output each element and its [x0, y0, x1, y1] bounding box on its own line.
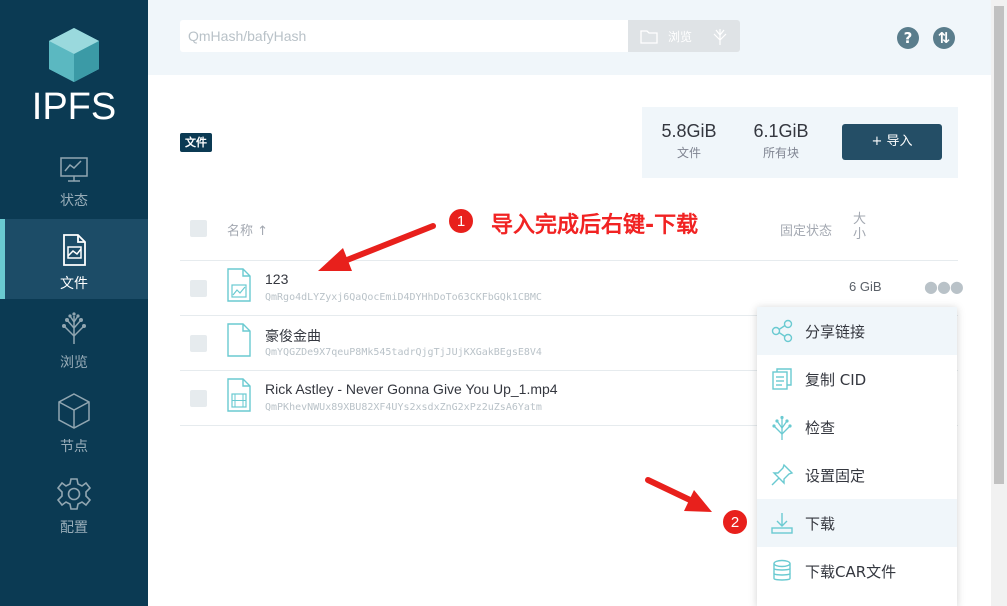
- file-name[interactable]: Rick Astley - Never Gonna Give You Up_1.…: [265, 381, 558, 397]
- share-icon: [771, 319, 793, 343]
- menu-item-label: 复制 CID: [805, 371, 867, 389]
- sidebar-item-label: 文件: [60, 276, 88, 292]
- document-file-icon: [227, 323, 251, 357]
- menu-item-label: 下载CAR文件: [805, 563, 897, 581]
- sidebar-item-label: 浏览: [60, 355, 88, 371]
- file-name[interactable]: 123: [265, 271, 288, 287]
- row-checkbox[interactable]: [190, 335, 207, 352]
- column-name-header[interactable]: 名称 ↑: [227, 220, 268, 239]
- stat-value: 5.8GiB: [661, 121, 717, 141]
- sidebar-item-label: 节点: [60, 439, 88, 455]
- files-icon: [63, 234, 86, 266]
- files-section-tag: 文件: [180, 133, 212, 152]
- video-file-icon: [227, 378, 251, 412]
- sidebar-item-peers[interactable]: 节点: [0, 390, 148, 470]
- logo-text: IPFS: [31, 86, 117, 128]
- browse-label: 浏览: [668, 30, 693, 44]
- top-header: 浏览 ? ⇅: [148, 0, 991, 75]
- database-icon: [773, 559, 791, 581]
- file-cid: QmYQGZDe9X7qeuP8Mk545tadrQjgTjJUjKXGakBE…: [265, 347, 542, 358]
- sidebar-item-files[interactable]: 文件: [0, 219, 148, 299]
- stat-label: 所有块: [762, 146, 799, 160]
- status-chart-icon: [60, 157, 88, 182]
- menu-item-inspect[interactable]: 检查: [757, 403, 957, 451]
- select-all-checkbox[interactable]: [190, 220, 207, 237]
- copy-icon: [772, 368, 792, 390]
- sync-arrows-icon[interactable]: ⇅: [933, 27, 955, 49]
- scrollbar-thumb[interactable]: [994, 6, 1004, 484]
- help-icon[interactable]: ?: [897, 27, 919, 49]
- storage-stats: 5.8GiB 文件 6.1GiB 所有块 + 导入: [642, 107, 958, 178]
- sidebar-item-explore[interactable]: 浏览: [0, 306, 148, 386]
- explore-tree-icon: [713, 29, 727, 45]
- sidebar: IPFS 状态 文件 浏览 节点 配置: [0, 0, 148, 606]
- import-button[interactable]: + 导入: [842, 124, 942, 160]
- search-input[interactable]: [180, 20, 628, 52]
- menu-item-label: 检查: [805, 419, 836, 437]
- file-context-menu: 分享链接 复制 CID 检查 设置固定 下载 下载CAR文件: [757, 307, 957, 606]
- column-size-header[interactable]: 大小: [853, 212, 869, 242]
- menu-item-download-car[interactable]: 下载CAR文件: [757, 547, 957, 595]
- annotation-step2-badge: 2: [722, 509, 748, 535]
- menu-item-label: 下载: [805, 515, 836, 533]
- file-name[interactable]: 豪俊金曲: [265, 326, 321, 346]
- chart-file-icon: [227, 268, 251, 302]
- stat-value: 6.1GiB: [753, 121, 809, 141]
- ipfs-logo[interactable]: IPFS: [0, 26, 148, 129]
- page-scrollbar[interactable]: [991, 0, 1007, 606]
- sidebar-item-label: 配置: [60, 520, 88, 536]
- menu-item-label: 设置固定: [805, 467, 866, 485]
- more-options-icon[interactable]: ●●●: [924, 277, 964, 296]
- pin-icon: [771, 463, 794, 486]
- explore-tree-icon: [62, 312, 86, 344]
- stat-files: 5.8GiB 文件: [656, 121, 722, 161]
- menu-item-label: 分享链接: [805, 323, 866, 341]
- ipfs-cube-icon: [49, 28, 99, 82]
- annotation-step1-text: 导入完成后右键-下载: [491, 213, 699, 238]
- file-size: 6 GiB: [849, 279, 882, 294]
- row-checkbox[interactable]: [190, 390, 207, 407]
- stat-label: 文件: [676, 146, 701, 160]
- row-checkbox[interactable]: [190, 280, 207, 297]
- menu-item-share-link[interactable]: 分享链接: [757, 307, 957, 355]
- annotation-step1-badge: 1: [448, 208, 474, 234]
- sidebar-item-settings[interactable]: 配置: [0, 472, 148, 552]
- menu-item-copy-cid[interactable]: 复制 CID: [757, 355, 957, 403]
- file-cid: QmRgo4dLYZyxj6QaQocEmiD4DYHhDoTo63CKFbGQ…: [265, 292, 542, 303]
- settings-gear-icon: [57, 478, 91, 510]
- menu-item-set-pinning[interactable]: 设置固定: [757, 451, 957, 499]
- folder-icon: [640, 30, 658, 44]
- browse-button[interactable]: 浏览: [628, 20, 740, 52]
- file-cid: QmPKhevNWUx89XBU82XF4UYs2xsdxZnG2xPz2uZs…: [265, 402, 542, 413]
- inspect-tree-icon: [772, 415, 792, 440]
- ipfs-webui: IPFS 状态 文件 浏览 节点 配置 QmHash/bafyHash 浏览 ?…: [0, 0, 1007, 606]
- menu-item-download[interactable]: 下载: [757, 499, 957, 547]
- download-icon: [771, 513, 793, 534]
- annotation-arrow-2: [645, 477, 712, 512]
- sidebar-item-label: 状态: [60, 193, 88, 209]
- sidebar-item-status[interactable]: 状态: [0, 147, 148, 227]
- peers-cube-icon: [58, 393, 90, 429]
- column-pin-status-header[interactable]: 固定状态: [780, 220, 832, 239]
- stat-all-blocks: 6.1GiB 所有块: [748, 121, 814, 161]
